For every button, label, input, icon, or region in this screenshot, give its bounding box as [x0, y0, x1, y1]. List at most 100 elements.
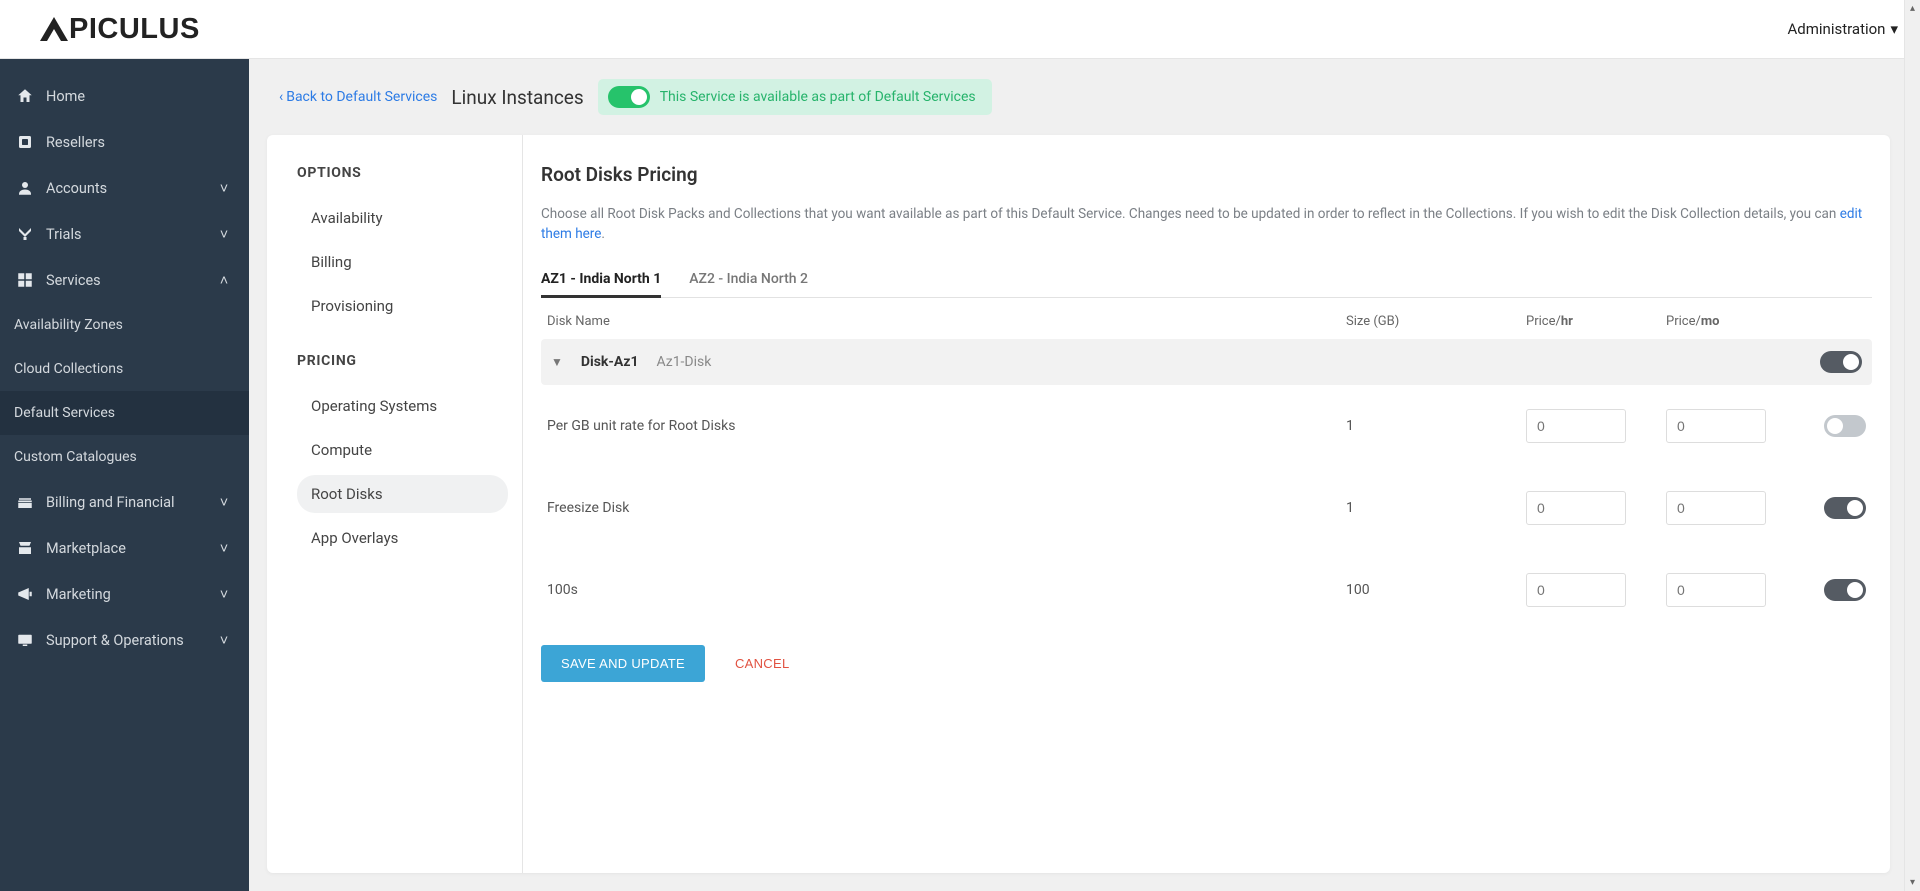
price-hr-input [1526, 573, 1626, 607]
scroll-up-icon[interactable]: ▴ [1910, 0, 1915, 17]
action-bar: SAVE AND UPDATE CANCEL [541, 645, 1872, 682]
sidebar-item-label: Accounts [46, 180, 207, 197]
sidebar-item-label: Billing and Financial [46, 494, 207, 511]
table-row: Per GB unit rate for Root Disks1 [541, 385, 1872, 467]
row-toggle[interactable] [1824, 415, 1866, 437]
chevron-down-icon: ˅ [217, 494, 231, 511]
sidebar-item-trials[interactable]: Trials ˅ [0, 211, 249, 257]
price-mo-input[interactable] [1666, 409, 1766, 443]
sidebar: Home Resellers Accounts ˅ Trials ˅ Services ˄ Av… [0, 59, 249, 891]
chevron-down-icon: ˅ [217, 540, 231, 557]
trials-icon [14, 225, 36, 243]
billing-icon [14, 493, 36, 511]
price-mo-input [1666, 573, 1766, 607]
row-size: 1 [1346, 500, 1526, 516]
desc-text: Choose all Root Disk Packs and Collectio… [541, 206, 1840, 222]
pricing-title: PRICING [297, 353, 508, 369]
admin-dropdown[interactable]: Administration ▾ [1788, 20, 1899, 38]
options-item[interactable]: Provisioning [297, 287, 508, 325]
options-item[interactable]: Availability [297, 199, 508, 237]
sidebar-item-home[interactable]: Home [0, 73, 249, 119]
table-row: Freesize Disk1 [541, 467, 1872, 549]
page-title: Linux Instances [451, 86, 583, 109]
sidebar-item-label: Home [46, 88, 231, 105]
marketplace-icon [14, 539, 36, 557]
table-header: Disk Name Size (GB) Price/hr Price/mo [541, 304, 1872, 339]
sidebar-item-marketplace[interactable]: Marketplace ˅ [0, 525, 249, 571]
service-toggle[interactable] [608, 86, 650, 108]
chevron-down-icon: ˅ [217, 586, 231, 603]
chevron-down-icon: ˅ [217, 180, 231, 197]
row-name: Per GB unit rate for Root Disks [547, 418, 1346, 434]
brand-logo: PICULUS [40, 13, 200, 46]
panel: OPTIONS AvailabilityBillingProvisioning … [267, 135, 1890, 873]
service-badge: This Service is available as part of Def… [598, 79, 992, 115]
chevron-left-icon: ‹ [279, 89, 283, 105]
sidebar-sub-item[interactable]: Availability Zones [0, 303, 249, 347]
pricing-item[interactable]: Compute [297, 431, 508, 469]
sidebar-item-label: Marketplace [46, 540, 207, 557]
col-price-mo: Price/mo [1666, 314, 1806, 329]
sidebar-item-accounts[interactable]: Accounts ˅ [0, 165, 249, 211]
sidebar-item-resellers[interactable]: Resellers [0, 119, 249, 165]
top-header: PICULUS Administration ▾ [0, 0, 1920, 59]
marketing-icon [14, 585, 36, 603]
admin-label: Administration [1788, 20, 1886, 38]
price-hr-input [1526, 491, 1626, 525]
row-toggle[interactable] [1824, 497, 1866, 519]
options-title: OPTIONS [297, 165, 508, 181]
back-label: Back to Default Services [286, 89, 437, 105]
sidebar-item-label: Marketing [46, 586, 207, 603]
accounts-icon [14, 179, 36, 197]
sidebar-item-services[interactable]: Services ˄ [0, 257, 249, 303]
sidebar-item-label: Resellers [46, 134, 231, 151]
caret-down-icon[interactable]: ▼ [551, 355, 563, 369]
support-icon [14, 631, 36, 649]
disk-group-row: ▼ Disk-Az1 Az1-Disk [541, 339, 1872, 385]
main-pane: Root Disks Pricing Choose all Root Disk … [523, 135, 1890, 873]
sidebar-item-label: Trials [46, 226, 207, 243]
row-toggle[interactable] [1824, 579, 1866, 601]
options-item[interactable]: Billing [297, 243, 508, 281]
price-hr-input[interactable] [1526, 409, 1626, 443]
home-icon [14, 87, 36, 105]
pricing-item[interactable]: Root Disks [297, 475, 508, 513]
row-name: 100s [547, 582, 1346, 598]
chevron-down-icon: ˅ [217, 226, 231, 243]
row-size: 100 [1346, 582, 1526, 598]
price-mo-input [1666, 491, 1766, 525]
chevron-up-icon: ˄ [217, 272, 231, 289]
row-name: Freesize Disk [547, 500, 1346, 516]
pricing-item[interactable]: App Overlays [297, 519, 508, 557]
az-tab[interactable]: AZ2 - India North 2 [689, 263, 808, 298]
chevron-down-icon: ˅ [217, 632, 231, 649]
group-desc: Az1-Disk [657, 354, 712, 370]
scrollbar[interactable]: ▴ ▾ [1904, 0, 1920, 891]
options-pane: OPTIONS AvailabilityBillingProvisioning … [267, 135, 523, 873]
scroll-down-icon[interactable]: ▾ [1910, 874, 1915, 891]
az-tabs: AZ1 - India North 1 AZ2 - India North 2 [541, 263, 1872, 298]
sidebar-item-support[interactable]: Support & Operations ˅ [0, 617, 249, 663]
main-desc: Choose all Root Disk Packs and Collectio… [541, 204, 1872, 245]
az-tab[interactable]: AZ1 - India North 1 [541, 263, 661, 298]
resellers-icon [14, 133, 36, 151]
col-name: Disk Name [547, 314, 1346, 329]
services-icon [14, 271, 36, 289]
row-size: 1 [1346, 418, 1526, 434]
service-badge-text: This Service is available as part of Def… [660, 89, 976, 105]
col-size: Size (GB) [1346, 314, 1526, 329]
sidebar-sub-item[interactable]: Custom Catalogues [0, 435, 249, 479]
sidebar-sub-item[interactable]: Cloud Collections [0, 347, 249, 391]
sidebar-sub-item[interactable]: Default Services [0, 391, 249, 435]
pricing-item[interactable]: Operating Systems [297, 387, 508, 425]
sidebar-item-label: Services [46, 272, 207, 289]
col-price-hr: Price/hr [1526, 314, 1666, 329]
sidebar-item-marketing[interactable]: Marketing ˅ [0, 571, 249, 617]
main-title: Root Disks Pricing [541, 163, 1872, 186]
back-link[interactable]: ‹ Back to Default Services [279, 89, 437, 105]
group-toggle[interactable] [1820, 351, 1862, 373]
sidebar-item-label: Support & Operations [46, 632, 207, 649]
cancel-button[interactable]: CANCEL [735, 656, 790, 671]
save-button[interactable]: SAVE AND UPDATE [541, 645, 705, 682]
sidebar-item-billing[interactable]: Billing and Financial ˅ [0, 479, 249, 525]
